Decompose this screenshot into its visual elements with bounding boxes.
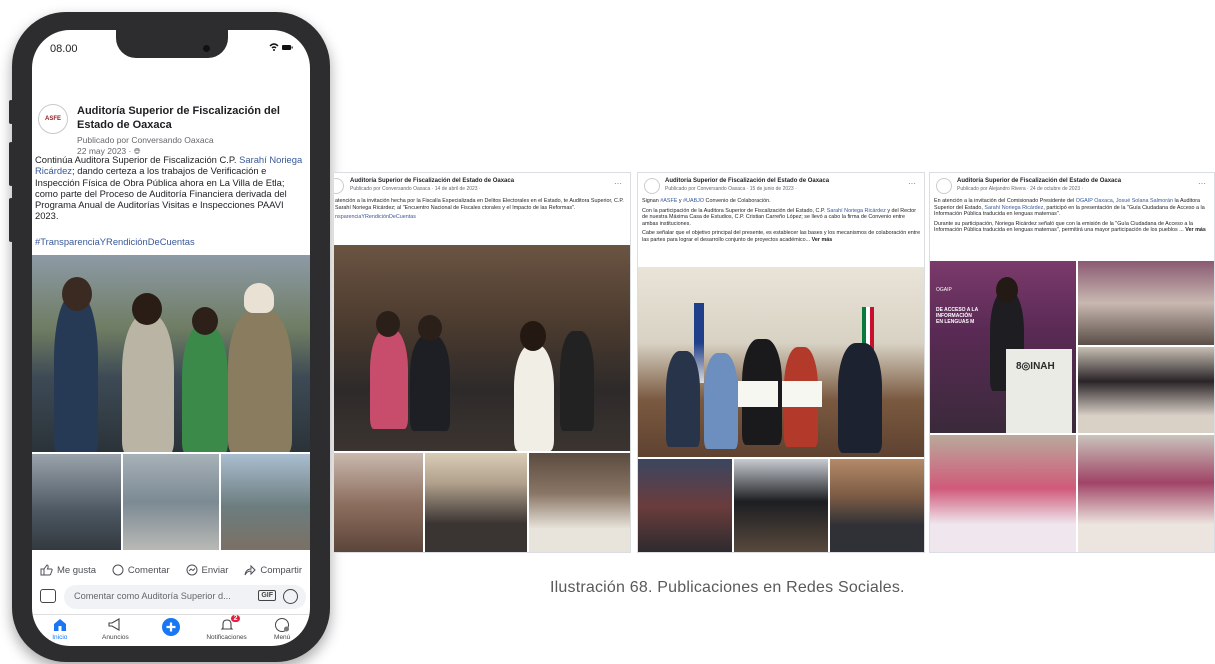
more-options-icon[interactable]: ··· bbox=[1198, 179, 1206, 188]
card-thumb-3[interactable] bbox=[930, 435, 1076, 552]
banner-logo: OGAIP bbox=[936, 287, 952, 293]
comment-placeholder: Comentar como Auditoría Superior d... bbox=[74, 591, 231, 601]
comment-bar: Comentar como Auditoría Superior d... GI… bbox=[36, 585, 306, 609]
emoji-icon[interactable] bbox=[283, 589, 298, 604]
tab-label: Notificaciones bbox=[206, 634, 247, 641]
plus-circle-icon bbox=[161, 618, 180, 636]
card-main-photo[interactable]: OGAIP DE ACCESO A LA INFORMACIÓN EN LENG… bbox=[930, 261, 1076, 433]
card-meta: Publicado por Alejandro Rivera · 24 de o… bbox=[957, 186, 1084, 192]
tab-label: Menú bbox=[274, 634, 291, 641]
card-thumb-2[interactable] bbox=[425, 453, 527, 552]
post-actions: Me gusta Comentar Enviar Compartir bbox=[32, 560, 310, 580]
comment-icon bbox=[112, 564, 124, 576]
mention-link[interactable]: Josué Solana Salmorán bbox=[1116, 198, 1173, 204]
inah-logo: 8◎INAH bbox=[1016, 361, 1055, 372]
phone-mockup: 08.00 ASFE Auditoría Superior de Fiscali… bbox=[9, 12, 330, 662]
card-thumb-1[interactable] bbox=[334, 453, 423, 552]
mention-link[interactable]: Sarahí Noriega Ricárdez bbox=[984, 205, 1043, 211]
hashtag-link[interactable]: #TransparenciaYRendiciónDeCuentas bbox=[35, 236, 195, 247]
figure-caption: Ilustración 68. Publicaciones en Redes S… bbox=[550, 579, 905, 596]
mention-link[interactable]: Sarahí Noriega Ricárdez bbox=[827, 208, 886, 214]
phone-camera bbox=[203, 45, 210, 52]
phone-volume-down bbox=[9, 198, 13, 242]
published-by: Publicado por Conversando Oaxaca bbox=[77, 135, 214, 145]
camera-icon[interactable] bbox=[40, 589, 56, 603]
card-main-photo[interactable] bbox=[334, 245, 630, 451]
banner-text: DE ACCESO A LA INFORMACIÓN EN LENGUAS M bbox=[936, 307, 979, 325]
card-avatar bbox=[334, 178, 344, 194]
card-thumb-1[interactable] bbox=[638, 459, 732, 552]
status-icons bbox=[268, 42, 294, 55]
post-text-cont: ; dando certeza a los trabajos de Verifi… bbox=[35, 165, 287, 222]
hashtag-link[interactable]: #ASFE bbox=[660, 198, 677, 204]
hashtag-link[interactable]: #UABJO bbox=[683, 198, 704, 204]
profile-menu-icon bbox=[275, 618, 290, 632]
post-card-3: Auditoría Superior de Fiscalización del … bbox=[929, 172, 1215, 553]
card-thumb-2[interactable] bbox=[734, 459, 828, 552]
post-text: Continúa Auditora Superior de Fiscalizac… bbox=[35, 154, 240, 165]
phone-screen: 08.00 ASFE Auditoría Superior de Fiscali… bbox=[32, 30, 310, 646]
send-button[interactable]: Enviar bbox=[186, 564, 228, 576]
card-paragraph: atención a la invitación hecha por la Fi… bbox=[335, 198, 624, 211]
card-main-photo[interactable] bbox=[638, 267, 924, 457]
tab-menu[interactable]: Menú bbox=[256, 615, 308, 646]
page-name[interactable]: Auditoría Superior de Fiscalización del … bbox=[77, 104, 303, 132]
hashtag-link[interactable]: nsparenciaYRendiciónDeCuentas bbox=[335, 214, 627, 221]
phone-notch bbox=[116, 30, 228, 58]
thumbs-up-icon bbox=[40, 564, 53, 576]
post-thumb-1[interactable] bbox=[32, 454, 121, 550]
card-page-name[interactable]: Auditoría Superior de Fiscalización del … bbox=[350, 178, 514, 184]
more-options-icon[interactable]: ··· bbox=[908, 179, 916, 188]
post-card-1: Auditoría Superior de Fiscalización del … bbox=[333, 172, 631, 553]
post-thumb-3[interactable] bbox=[221, 454, 310, 550]
notification-badge: 2 bbox=[230, 615, 241, 622]
card-avatar bbox=[936, 178, 952, 194]
card-avatar bbox=[644, 178, 660, 194]
bottom-tab-bar: Inicio Anuncios 2 Notificaciones Menú bbox=[32, 614, 310, 646]
card-meta: Publicado por Conversando Oaxaca · 15 de… bbox=[665, 186, 797, 192]
see-more-link[interactable]: Ver más bbox=[1185, 227, 1206, 233]
tab-notifications[interactable]: 2 Notificaciones bbox=[201, 615, 253, 646]
phone-volume-up bbox=[9, 142, 13, 186]
page-avatar[interactable]: ASFE bbox=[38, 104, 68, 134]
card-page-name[interactable]: Auditoría Superior de Fiscalización del … bbox=[957, 178, 1121, 184]
card-thumb-2[interactable] bbox=[1078, 347, 1214, 433]
share-button[interactable]: Compartir bbox=[244, 564, 302, 576]
card-thumb-3[interactable] bbox=[830, 459, 924, 552]
card-text: Signan #ASFE y #UABJO Convenio de Colabo… bbox=[642, 198, 921, 243]
tab-home[interactable]: Inicio bbox=[34, 615, 86, 646]
share-icon bbox=[244, 564, 257, 576]
tab-label: Anuncios bbox=[102, 634, 129, 641]
tab-label: Inicio bbox=[52, 634, 68, 641]
megaphone-icon bbox=[108, 618, 120, 631]
status-time: 08.00 bbox=[50, 43, 78, 55]
wifi-battery-icon bbox=[269, 43, 293, 51]
gif-button[interactable]: GIF bbox=[258, 590, 276, 601]
post-body: Continúa Auditora Superior de Fiscalizac… bbox=[35, 154, 307, 222]
home-icon bbox=[53, 619, 66, 631]
card-page-name[interactable]: Auditoría Superior de Fiscalización del … bbox=[665, 178, 829, 184]
phone-side-button bbox=[9, 100, 13, 124]
see-more-link[interactable]: Ver más bbox=[812, 237, 833, 243]
card-thumb-3[interactable] bbox=[529, 453, 630, 552]
card-thumb-1[interactable] bbox=[1078, 261, 1214, 345]
tab-ads[interactable]: Anuncios bbox=[89, 615, 141, 646]
card-thumb-4[interactable] bbox=[1078, 435, 1214, 552]
post-card-2: Auditoría Superior de Fiscalización del … bbox=[637, 172, 925, 553]
comment-button[interactable]: Comentar bbox=[112, 564, 170, 576]
card-text: atención a la invitación hecha por la Fi… bbox=[335, 198, 627, 224]
card-text: En atención a la invitación del Comision… bbox=[934, 198, 1206, 234]
more-options-icon[interactable]: ··· bbox=[614, 179, 622, 188]
messenger-icon bbox=[186, 564, 198, 576]
like-button[interactable]: Me gusta bbox=[40, 564, 96, 576]
post-thumb-2[interactable] bbox=[123, 454, 219, 550]
card-meta: Publicado por Conversando Oaxaca · 14 de… bbox=[350, 186, 481, 192]
tab-create[interactable] bbox=[145, 615, 197, 646]
mention-link[interactable]: OGAIP Oaxaca bbox=[1076, 198, 1113, 204]
post-main-photo[interactable] bbox=[32, 255, 310, 452]
